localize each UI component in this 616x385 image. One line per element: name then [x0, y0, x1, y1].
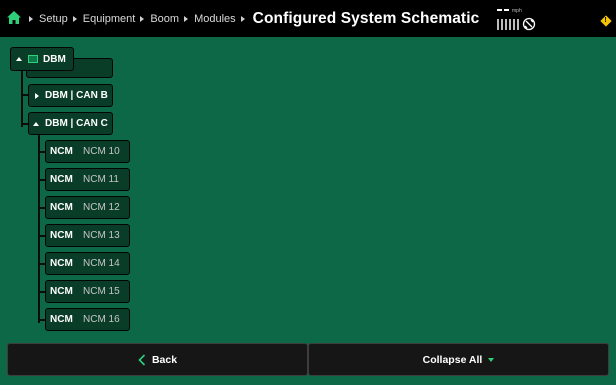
node-name: NCM 13 — [83, 230, 120, 241]
node-name: NCM 11 — [83, 174, 119, 185]
node-type: NCM — [50, 230, 73, 241]
tree-node-ncm[interactable]: NCM NCM 14 — [45, 252, 130, 275]
chevron-left-icon — [138, 353, 146, 366]
tree-node-ncm[interactable]: NCM NCM 15 — [45, 280, 130, 303]
tree-node-ncm[interactable]: NCM NCM 10 — [45, 140, 130, 163]
collapse-arrow-icon[interactable] — [33, 121, 39, 126]
node-name: NCM 15 — [83, 286, 120, 297]
node-type: NCM — [50, 258, 73, 269]
module-icon — [28, 55, 38, 63]
tree-node-dbm-can-b[interactable]: DBM | CAN B — [28, 84, 113, 107]
tree-node-ncm[interactable]: NCM NCM 11 — [45, 168, 130, 191]
dropdown-arrow-icon — [488, 357, 495, 362]
node-type: NCM — [50, 202, 73, 213]
tree-node-label: DBM | CAN C — [45, 118, 108, 129]
tree-node-label: DBM | CAN B — [45, 90, 108, 101]
back-button-label: Back — [151, 353, 178, 366]
node-name: NCM 12 — [83, 202, 120, 213]
tree-node-dbm[interactable]: DBM — [10, 47, 74, 71]
back-button[interactable]: Back — [7, 343, 308, 376]
tree-node-dbm-can-c[interactable]: DBM | CAN C — [28, 112, 113, 135]
node-name: NCM 16 — [83, 314, 120, 325]
tree-node-label: DBM — [43, 53, 66, 65]
collapse-arrow-icon[interactable] — [16, 57, 22, 61]
tree-connector — [21, 69, 23, 127]
node-type: NCM — [50, 174, 73, 185]
tree-node-ncm[interactable]: NCM NCM 12 — [45, 196, 130, 219]
expand-arrow-icon[interactable] — [35, 92, 39, 99]
bottom-bar: Back Collapse All — [7, 343, 609, 376]
system-schematic-tree: DBM DBM | CAN B DBM | CAN C NCM NCM 10 N… — [0, 0, 616, 340]
node-name: NCM 14 — [83, 258, 120, 269]
node-type: NCM — [50, 146, 73, 157]
node-type: NCM — [50, 286, 73, 297]
tree-node-ncm[interactable]: NCM NCM 13 — [45, 224, 130, 247]
collapse-all-label: Collapse All — [422, 353, 483, 366]
node-name: NCM 10 — [83, 146, 120, 157]
node-type: NCM — [50, 314, 73, 325]
tree-node-ncm[interactable]: NCM NCM 16 — [45, 308, 130, 331]
collapse-all-button[interactable]: Collapse All — [308, 343, 609, 376]
tree-connector — [38, 134, 40, 323]
